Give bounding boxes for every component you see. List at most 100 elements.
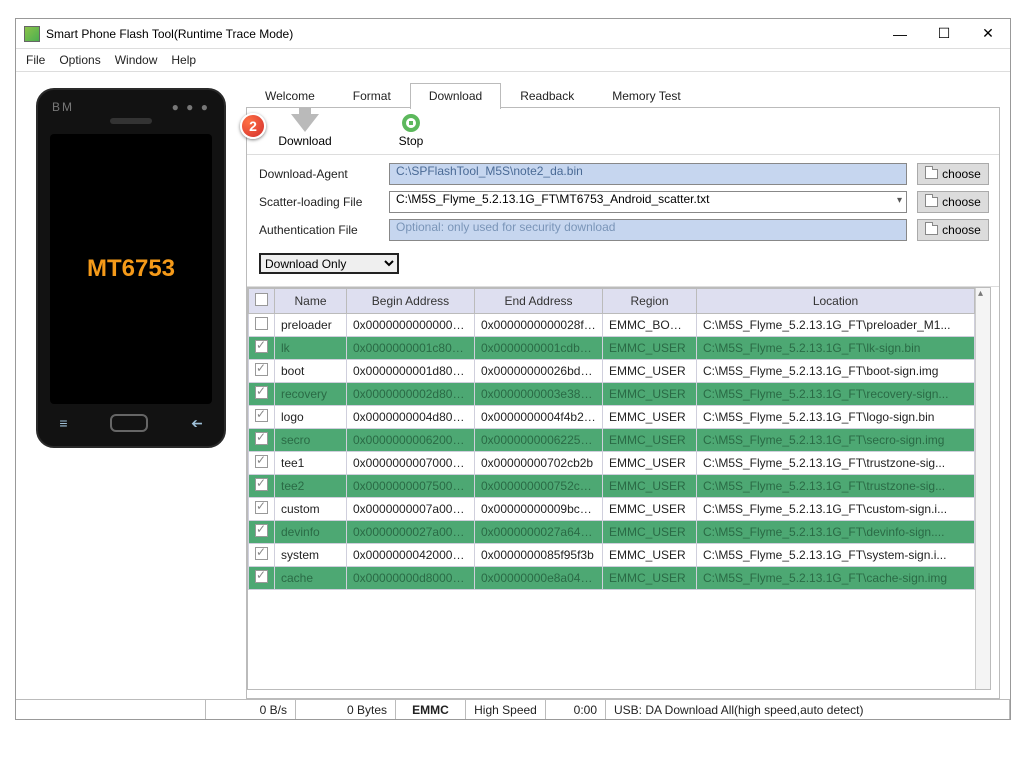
row-checkbox[interactable] [255, 524, 268, 537]
col-end[interactable]: End Address [475, 289, 603, 314]
phone-dots: ● ● ● [172, 100, 210, 114]
close-button[interactable]: ✕ [966, 19, 1010, 49]
table-row[interactable]: lk0x0000000001c800000x0000000001cdb22bEM… [249, 337, 975, 360]
row-checkbox[interactable] [255, 547, 268, 560]
cell-region: EMMC_USER [603, 521, 697, 544]
cell-end: 0x000000000622522b [475, 429, 603, 452]
row-checkbox[interactable] [255, 409, 268, 422]
cell-end: 0x00000000e8a0439f [475, 567, 603, 590]
cell-region: EMMC_USER [603, 452, 697, 475]
cell-region: EMMC_USER [603, 383, 697, 406]
da-choose-button[interactable]: choose [917, 163, 989, 185]
row-checkbox[interactable] [255, 501, 268, 514]
auth-path-input[interactable]: Optional: only used for security downloa… [389, 219, 907, 241]
cell-name: lk [275, 337, 347, 360]
table-row[interactable]: logo0x0000000004d800000x0000000004f4b22b… [249, 406, 975, 429]
cell-begin: 0x0000000042000000 [347, 544, 475, 567]
folder-icon [925, 169, 938, 179]
cell-location: C:\M5S_Flyme_5.2.13.1G_FT\devinfo-sign..… [697, 521, 975, 544]
table-row[interactable]: secro0x00000000062000000x000000000622522… [249, 429, 975, 452]
download-mode-select[interactable]: Download Only [259, 253, 399, 274]
status-rate: 0 B/s [206, 700, 296, 719]
row-checkbox[interactable] [255, 317, 268, 330]
table-row[interactable]: recovery0x0000000002d800000x0000000003e3… [249, 383, 975, 406]
menu-window[interactable]: Window [115, 53, 158, 67]
download-arrow-icon [291, 114, 319, 132]
app-icon [24, 26, 40, 42]
cell-begin: 0x00000000d8000000 [347, 567, 475, 590]
cell-location: C:\M5S_Flyme_5.2.13.1G_FT\preloader_M1..… [697, 314, 975, 337]
cell-location: C:\M5S_Flyme_5.2.13.1G_FT\logo-sign.bin [697, 406, 975, 429]
home-key-icon [110, 414, 148, 432]
cell-begin: 0x0000000004d80000 [347, 406, 475, 429]
cell-name: devinfo [275, 521, 347, 544]
tab-readback[interactable]: Readback [501, 83, 593, 109]
cell-name: cache [275, 567, 347, 590]
auth-choose-button[interactable]: choose [917, 219, 989, 241]
table-row[interactable]: tee10x00000000070000000x00000000702cb2bE… [249, 452, 975, 475]
table-row[interactable]: boot0x0000000001d800000x00000000026bd22b… [249, 360, 975, 383]
table-row[interactable]: custom0x0000000007a000000x00000000009bc8… [249, 498, 975, 521]
cell-end: 0x0000000085f95f3b [475, 544, 603, 567]
tab-memory-test[interactable]: Memory Test [593, 83, 699, 109]
menu-help[interactable]: Help [171, 53, 196, 67]
table-row[interactable]: system0x00000000420000000x0000000085f95f… [249, 544, 975, 567]
row-checkbox[interactable] [255, 478, 268, 491]
cell-end: 0x0000000027a64337 [475, 521, 603, 544]
minimize-button[interactable]: — [878, 19, 922, 49]
select-all-checkbox[interactable] [255, 293, 268, 306]
cell-begin: 0x0000000000000000 [347, 314, 475, 337]
row-checkbox[interactable] [255, 455, 268, 468]
tab-download[interactable]: Download [410, 83, 501, 109]
col-location[interactable]: Location [697, 289, 975, 314]
status-speed: High Speed [466, 700, 546, 719]
cell-region: EMMC_USER [603, 475, 697, 498]
cell-end: 0x0000000004f4b22b [475, 406, 603, 429]
cell-location: C:\M5S_Flyme_5.2.13.1G_FT\trustzone-sig.… [697, 452, 975, 475]
row-checkbox[interactable] [255, 386, 268, 399]
scatter-path-input[interactable]: C:\M5S_Flyme_5.2.13.1G_FT\MT6753_Android… [389, 191, 907, 213]
cell-location: C:\M5S_Flyme_5.2.13.1G_FT\trustzone-sig.… [697, 475, 975, 498]
download-button[interactable]: Download [275, 114, 335, 148]
scatter-choose-button[interactable]: choose [917, 191, 989, 213]
tabs: Welcome Format Download Readback Memory … [246, 82, 1000, 108]
cell-region: EMMC_USER [603, 406, 697, 429]
tab-welcome[interactable]: Welcome [246, 83, 334, 109]
vertical-scrollbar[interactable] [975, 288, 990, 689]
table-row[interactable]: preloader0x00000000000000000x00000000000… [249, 314, 975, 337]
cell-region: EMMC_USER [603, 429, 697, 452]
menu-file[interactable]: File [26, 53, 45, 67]
back-key-icon: ➔ [191, 415, 203, 432]
da-path-input[interactable]: C:\SPFlashTool_M5S\note2_da.bin [389, 163, 907, 185]
cell-name: system [275, 544, 347, 567]
row-checkbox[interactable] [255, 432, 268, 445]
col-begin[interactable]: Begin Address [347, 289, 475, 314]
table-row[interactable]: devinfo0x0000000027a000000x0000000027a64… [249, 521, 975, 544]
cell-begin: 0x0000000027a00000 [347, 521, 475, 544]
tab-format[interactable]: Format [334, 83, 410, 109]
titlebar: Smart Phone Flash Tool(Runtime Trace Mod… [16, 19, 1010, 49]
menu-options[interactable]: Options [59, 53, 100, 67]
cell-name: preloader [275, 314, 347, 337]
stop-button[interactable]: Stop [381, 114, 441, 148]
table-row[interactable]: tee20x00000000075000000x000000000752cb2b… [249, 475, 975, 498]
da-label: Download-Agent [259, 167, 379, 181]
cell-begin: 0x0000000006200000 [347, 429, 475, 452]
status-usb: USB: DA Download All(high speed,auto det… [606, 700, 1010, 719]
row-checkbox[interactable] [255, 570, 268, 583]
maximize-button[interactable]: ☐ [922, 19, 966, 49]
menubar: File Options Window Help [16, 49, 1010, 72]
cell-location: C:\M5S_Flyme_5.2.13.1G_FT\custom-sign.i.… [697, 498, 975, 521]
row-checkbox[interactable] [255, 363, 268, 376]
stop-label: Stop [399, 134, 424, 148]
cell-name: logo [275, 406, 347, 429]
cell-begin: 0x0000000007500000 [347, 475, 475, 498]
col-name[interactable]: Name [275, 289, 347, 314]
row-checkbox[interactable] [255, 340, 268, 353]
menu-key-icon: ≡ [59, 415, 67, 431]
chip-label: MT6753 [87, 255, 175, 283]
col-region[interactable]: Region [603, 289, 697, 314]
cell-location: C:\M5S_Flyme_5.2.13.1G_FT\boot-sign.img [697, 360, 975, 383]
table-row[interactable]: cache0x00000000d80000000x00000000e8a0439… [249, 567, 975, 590]
status-time: 0:00 [546, 700, 606, 719]
